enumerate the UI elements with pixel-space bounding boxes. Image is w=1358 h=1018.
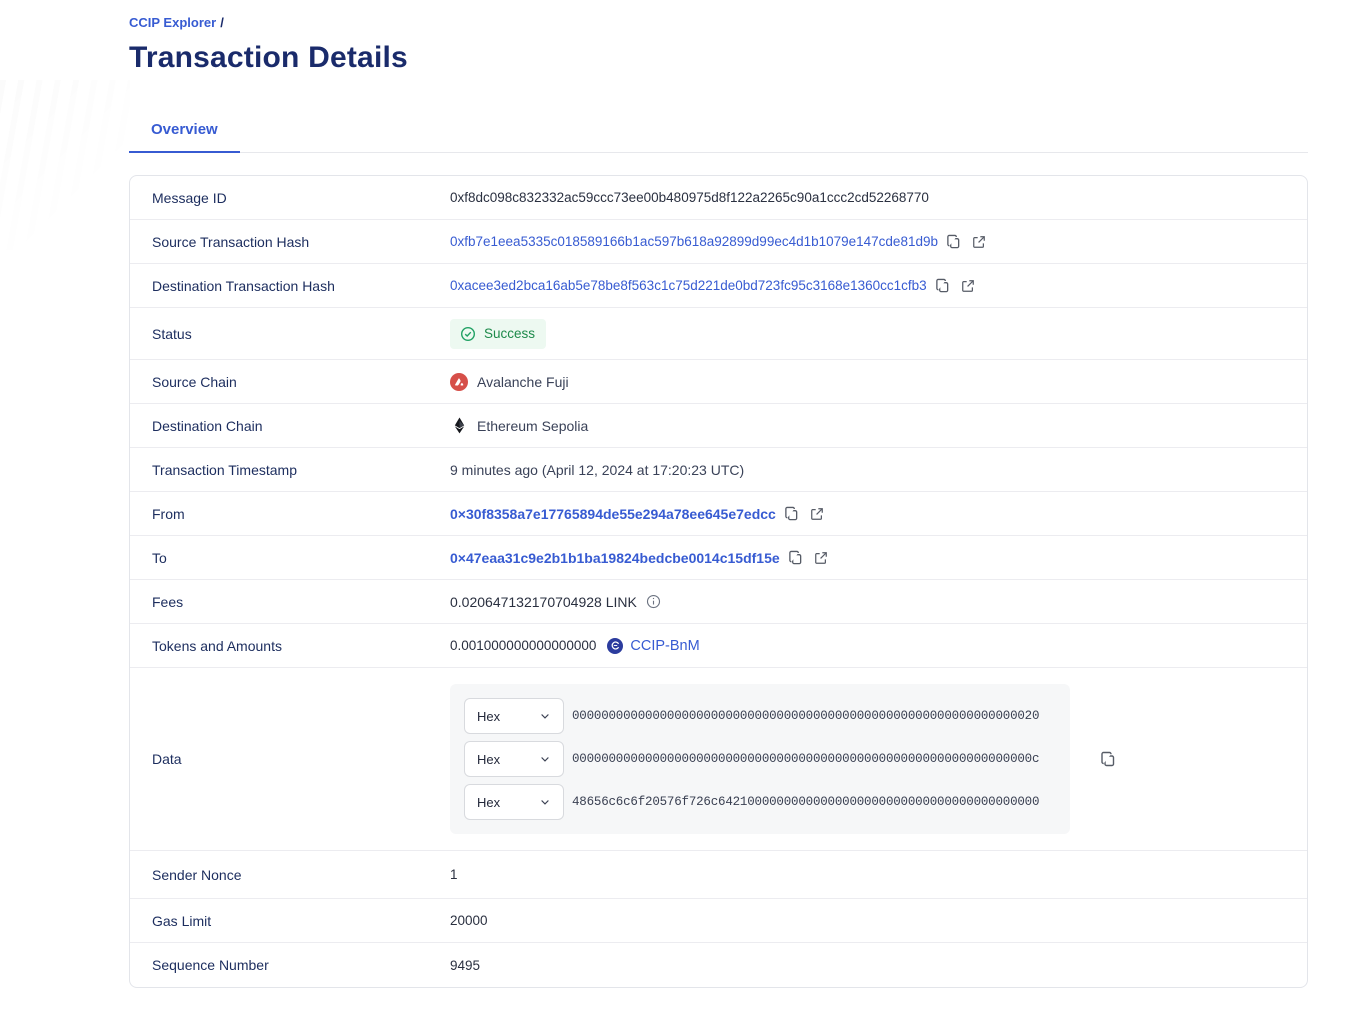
row-source-tx-hash: Source Transaction Hash 0xfb7e1eea5335c0…: [130, 220, 1307, 264]
external-link-icon[interactable]: [970, 233, 988, 251]
copy-icon[interactable]: [783, 505, 801, 523]
data-hex-value: 0000000000000000000000000000000000000000…: [572, 752, 1039, 766]
row-data: Data Hex 0000000000000000000000000000000…: [130, 668, 1307, 851]
data-hex-value: 48656c6c6f20576f726c64210000000000000000…: [572, 795, 1039, 809]
gas-limit-value: 20000: [450, 913, 488, 928]
row-fees: Fees 0.020647132170704928 LINK: [130, 580, 1307, 624]
external-link-icon[interactable]: [959, 277, 977, 295]
hex-format-select[interactable]: Hex: [464, 698, 564, 734]
hex-format-value: Hex: [477, 752, 500, 767]
external-link-icon[interactable]: [808, 505, 826, 523]
source-chain-name: Avalanche Fuji: [477, 374, 569, 390]
data-hex-line: Hex 48656c6c6f20576f726c6421000000000000…: [464, 784, 1056, 820]
row-message-id: Message ID 0xf8dc098c832332ac59ccc73ee00…: [130, 176, 1307, 220]
message-id-label: Message ID: [130, 190, 450, 206]
to-label: To: [130, 550, 450, 566]
dest-chain-value: Ethereum Sepolia: [450, 417, 588, 434]
ccip-bnm-token-icon: [607, 638, 623, 654]
gas-limit-label: Gas Limit: [130, 913, 450, 929]
source-tx-hash-label: Source Transaction Hash: [130, 234, 450, 250]
hex-format-value: Hex: [477, 795, 500, 810]
external-link-icon[interactable]: [812, 549, 830, 567]
timestamp-label: Transaction Timestamp: [130, 462, 450, 478]
source-chain-value: Avalanche Fuji: [450, 373, 569, 391]
breadcrumb: CCIP Explorer /: [129, 14, 1308, 32]
row-sender-nonce: Sender Nonce 1: [130, 851, 1307, 899]
sequence-number-value: 9495: [450, 958, 480, 973]
copy-icon[interactable]: [945, 233, 963, 251]
timestamp-value: 9 minutes ago (April 12, 2024 at 17:20:2…: [450, 462, 744, 478]
row-gas-limit: Gas Limit 20000: [130, 899, 1307, 943]
sequence-number-label: Sequence Number: [130, 957, 450, 973]
row-dest-tx-hash: Destination Transaction Hash 0xacee3ed2b…: [130, 264, 1307, 308]
dest-tx-hash-link[interactable]: 0xacee3ed2bca16ab5e78be8f563c1c75d221de0…: [450, 278, 927, 293]
hex-format-select[interactable]: Hex: [464, 784, 564, 820]
tab-overview[interactable]: Overview: [129, 111, 240, 153]
fees-value: 0.020647132170704928 LINK: [450, 594, 637, 610]
chevron-down-icon: [539, 753, 551, 765]
data-hex-value: 0000000000000000000000000000000000000000…: [572, 709, 1039, 723]
ccip-bnm-token-link[interactable]: CCIP-BnM: [630, 638, 699, 654]
data-hex-line: Hex 000000000000000000000000000000000000…: [464, 698, 1056, 734]
copy-icon[interactable]: [787, 549, 805, 567]
row-from: From 0×30f8358a7e17765894de55e294a78ee64…: [130, 492, 1307, 536]
token-amount: 0.001000000000000000: [450, 638, 596, 653]
info-icon[interactable]: [646, 594, 661, 609]
check-circle-icon: [459, 325, 477, 343]
status-badge-text: Success: [484, 326, 535, 341]
sender-nonce-label: Sender Nonce: [130, 867, 450, 883]
row-status: Status Success: [130, 308, 1307, 360]
hex-format-select[interactable]: Hex: [464, 741, 564, 777]
breadcrumb-ccip-explorer-link[interactable]: CCIP Explorer: [129, 15, 216, 30]
source-tx-hash-link[interactable]: 0xfb7e1eea5335c018589166b1ac597b618a9289…: [450, 234, 938, 249]
dest-chain-name: Ethereum Sepolia: [477, 418, 588, 434]
background-decoration: [0, 80, 130, 250]
data-label: Data: [130, 751, 450, 767]
from-label: From: [130, 506, 450, 522]
transaction-details-page: CCIP Explorer / Transaction Details Overv…: [129, 0, 1308, 988]
to-address-link[interactable]: 0×47eaa31c9e2b1b1ba19824bedcbe0014c15df1…: [450, 550, 780, 566]
row-sequence-number: Sequence Number 9495: [130, 943, 1307, 987]
from-address-link[interactable]: 0×30f8358a7e17765894de55e294a78ee645e7ed…: [450, 506, 776, 522]
message-id-value: 0xf8dc098c832332ac59ccc73ee00b480975d8f1…: [450, 190, 929, 205]
breadcrumb-separator: /: [220, 15, 224, 30]
status-label: Status: [130, 326, 450, 342]
row-to: To 0×47eaa31c9e2b1b1ba19824bedcbe0014c15…: [130, 536, 1307, 580]
row-dest-chain: Destination Chain Ethereum Sepolia: [130, 404, 1307, 448]
fees-label: Fees: [130, 594, 450, 610]
page-title: Transaction Details: [129, 41, 1308, 75]
source-chain-label: Source Chain: [130, 374, 450, 390]
data-hex-panel: Hex 000000000000000000000000000000000000…: [450, 684, 1070, 834]
chevron-down-icon: [539, 710, 551, 722]
chevron-down-icon: [539, 796, 551, 808]
copy-icon[interactable]: [934, 277, 952, 295]
tokens-label: Tokens and Amounts: [130, 638, 450, 654]
data-hex-line: Hex 000000000000000000000000000000000000…: [464, 741, 1056, 777]
hex-format-value: Hex: [477, 709, 500, 724]
avalanche-icon: [450, 373, 468, 391]
transaction-details-card: Message ID 0xf8dc098c832332ac59ccc73ee00…: [129, 175, 1308, 988]
status-badge: Success: [450, 319, 546, 349]
row-timestamp: Transaction Timestamp 9 minutes ago (Apr…: [130, 448, 1307, 492]
copy-icon[interactable]: [1099, 750, 1117, 768]
dest-tx-hash-label: Destination Transaction Hash: [130, 278, 450, 294]
ethereum-icon: [450, 417, 468, 434]
tab-bar: Overview: [129, 111, 1308, 153]
row-source-chain: Source Chain Avalanche Fuji: [130, 360, 1307, 404]
sender-nonce-value: 1: [450, 867, 458, 882]
dest-chain-label: Destination Chain: [130, 418, 450, 434]
row-tokens: Tokens and Amounts 0.001000000000000000 …: [130, 624, 1307, 668]
